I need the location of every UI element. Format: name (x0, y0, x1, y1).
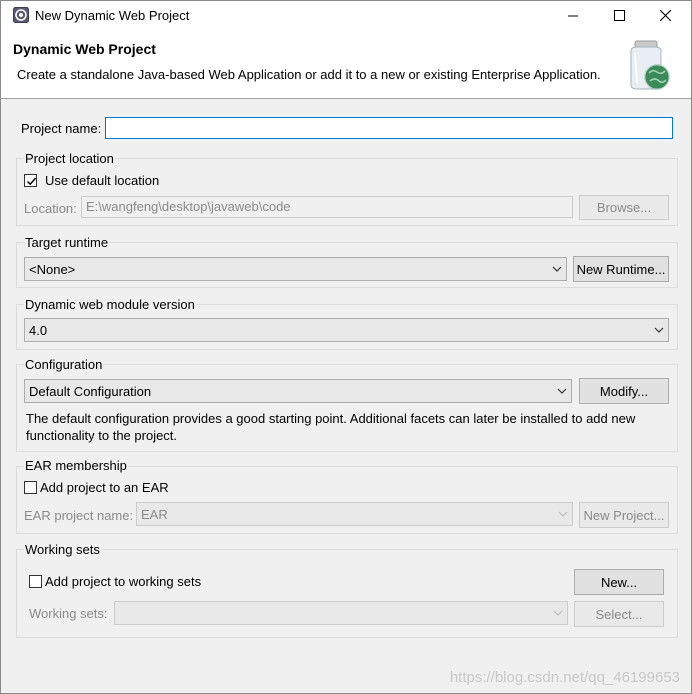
target-runtime-select[interactable]: <None> (24, 257, 567, 281)
new-runtime-button[interactable]: New Runtime... (573, 256, 669, 282)
configuration-description-line1: The default configuration provides a goo… (26, 411, 636, 426)
ear-project-value: EAR (141, 507, 168, 522)
chevron-down-icon (553, 610, 563, 616)
location-value: E:\wangfeng\desktop\javaweb\code (86, 199, 291, 214)
minimize-button[interactable] (550, 0, 596, 31)
working-sets-select[interactable] (114, 601, 568, 625)
chevron-down-icon (558, 511, 568, 517)
ear-membership-title: EAR membership (24, 458, 128, 473)
use-default-location-label: Use default location (45, 173, 160, 188)
new-working-set-button[interactable]: New... (574, 569, 664, 595)
maximize-button[interactable] (596, 0, 642, 31)
configuration-value: Default Configuration (29, 384, 152, 399)
minimize-icon (568, 15, 578, 16)
project-name-input[interactable] (105, 117, 673, 139)
wizard-header: Dynamic Web Project Create a standalone … (1, 31, 691, 99)
new-project-button[interactable]: New Project... (579, 502, 669, 528)
add-to-working-sets-checkbox[interactable] (29, 575, 42, 588)
configuration-select[interactable]: Default Configuration (24, 379, 572, 403)
module-version-value: 4.0 (29, 323, 48, 338)
configuration-title: Configuration (24, 357, 104, 372)
eclipse-icon (13, 7, 29, 23)
checkmark-icon (26, 177, 37, 186)
project-name-label: Project name: (21, 121, 102, 136)
project-location-title: Project location (24, 151, 115, 166)
window-title: New Dynamic Web Project (35, 8, 190, 23)
location-input[interactable]: E:\wangfeng\desktop\javaweb\code (81, 196, 573, 218)
maximize-icon (613, 10, 625, 21)
add-to-working-sets-label: Add project to working sets (45, 574, 202, 589)
page-description: Create a standalone Java-based Web Appli… (17, 67, 601, 82)
chevron-down-icon (557, 388, 567, 394)
close-icon (659, 10, 671, 21)
modify-button[interactable]: Modify... (579, 378, 669, 404)
title-bar: New Dynamic Web Project (0, 0, 692, 31)
ear-project-select[interactable]: EAR (136, 502, 573, 526)
browse-button[interactable]: Browse... (579, 195, 669, 220)
chevron-down-icon (552, 266, 562, 272)
working-sets-title: Working sets (24, 542, 101, 557)
use-default-location-checkbox[interactable] (24, 174, 37, 187)
watermark: https://blog.csdn.net/qq_46199653 (449, 669, 680, 686)
select-working-sets-button[interactable]: Select... (574, 601, 664, 627)
target-runtime-title: Target runtime (24, 235, 110, 250)
module-version-title: Dynamic web module version (24, 297, 196, 312)
close-button[interactable] (642, 0, 688, 31)
target-runtime-value: <None> (29, 262, 76, 277)
location-label: Location: (24, 201, 77, 216)
add-to-ear-checkbox[interactable] (24, 481, 37, 494)
chevron-down-icon (654, 327, 664, 333)
configuration-description-line2: functionality to the project. (26, 428, 178, 443)
web-project-jar-icon (625, 39, 677, 93)
module-version-select[interactable]: 4.0 (24, 318, 669, 342)
working-sets-label: Working sets: (29, 606, 108, 621)
page-title: Dynamic Web Project (13, 41, 156, 57)
add-to-ear-label: Add project to an EAR (40, 480, 169, 495)
ear-project-name-label: EAR project name: (24, 508, 134, 523)
